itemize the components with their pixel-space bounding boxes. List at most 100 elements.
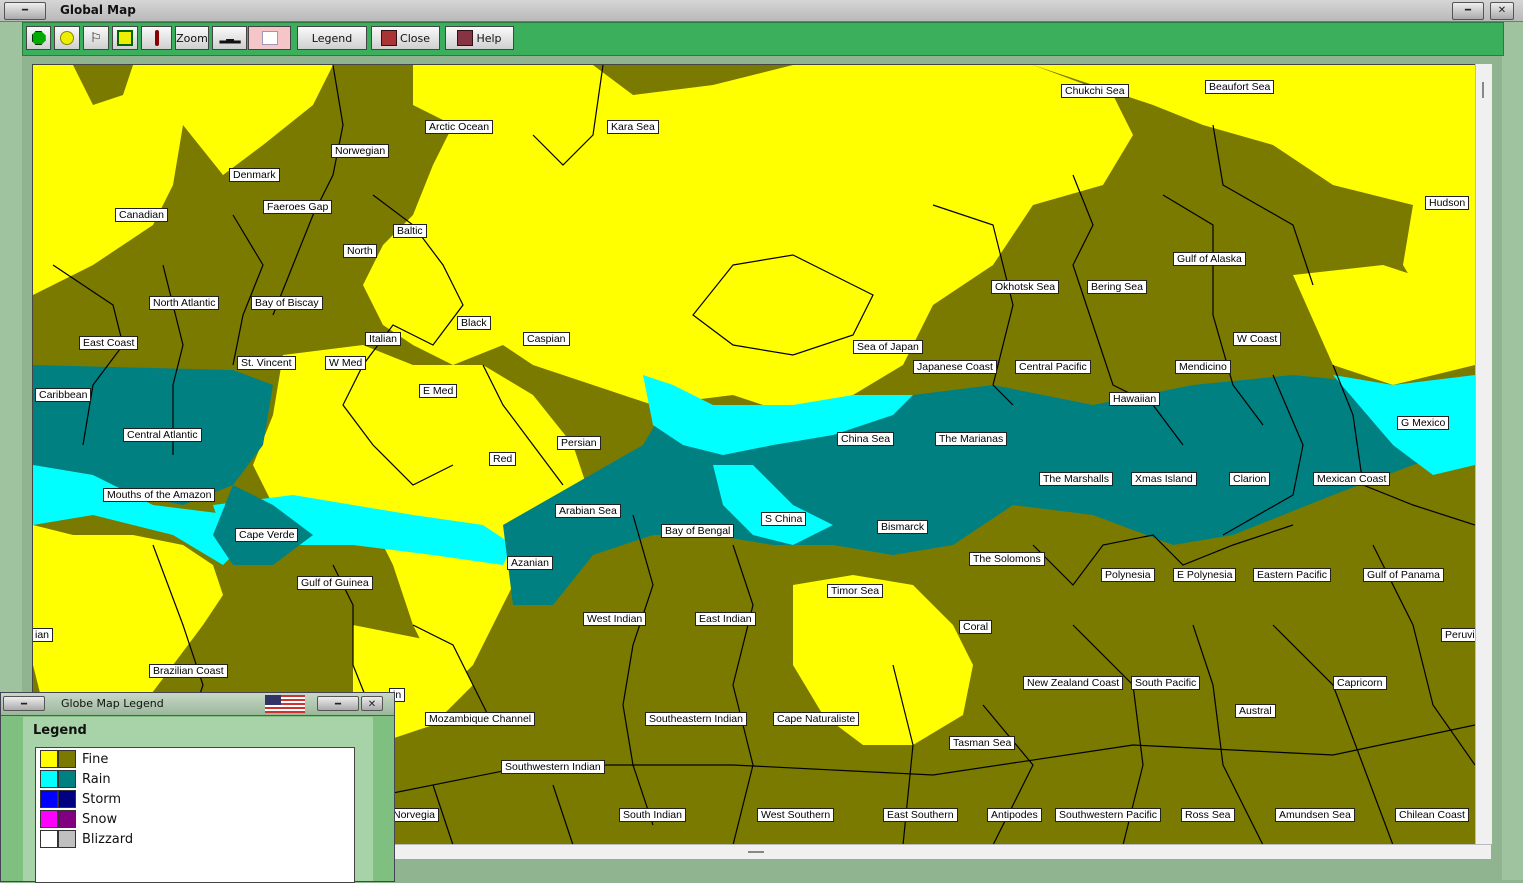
thermometer-icon[interactable] bbox=[141, 26, 172, 50]
scroll-thumb[interactable] bbox=[748, 851, 764, 853]
region-label[interactable]: Arabian Sea bbox=[555, 504, 621, 518]
region-label[interactable]: Southeastern Indian bbox=[645, 712, 747, 726]
globe-icon[interactable] bbox=[26, 26, 51, 50]
region-label[interactable]: Antipodes bbox=[987, 808, 1042, 822]
region-label[interactable]: Caspian bbox=[523, 332, 570, 346]
region-label[interactable]: North bbox=[343, 244, 377, 258]
region-label[interactable]: Norwegian bbox=[331, 144, 390, 158]
region-label[interactable]: Gulf of Alaska bbox=[1173, 252, 1246, 266]
region-label[interactable]: The Marshalls bbox=[1039, 472, 1113, 486]
nation-flag-icon[interactable] bbox=[248, 26, 291, 50]
region-label[interactable]: ian bbox=[33, 628, 54, 642]
close-icon[interactable]: ✕ bbox=[1490, 2, 1514, 20]
zoom-button[interactable]: Zoom bbox=[175, 26, 209, 50]
region-label[interactable]: S China bbox=[761, 512, 807, 526]
region-label[interactable]: The Solomons bbox=[969, 552, 1045, 566]
region-label[interactable]: Sea of Japan bbox=[853, 340, 923, 354]
region-label[interactable]: Brazilian Coast bbox=[149, 664, 228, 678]
region-label[interactable]: Hawaiian bbox=[1109, 392, 1161, 406]
flag-icon[interactable]: ⚐ bbox=[83, 26, 109, 50]
legend-button[interactable]: Legend bbox=[297, 26, 367, 50]
region-label[interactable]: Denmark bbox=[229, 168, 280, 182]
region-label[interactable]: Baltic bbox=[393, 224, 427, 238]
region-label[interactable]: East Indian bbox=[695, 612, 756, 626]
region-label[interactable]: Cape Naturaliste bbox=[773, 712, 860, 726]
region-label[interactable]: St. Vincent bbox=[237, 356, 296, 370]
legend-minimize-icon[interactable]: ━ bbox=[317, 696, 359, 711]
vertical-scrollbar[interactable] bbox=[1475, 64, 1492, 844]
region-label[interactable]: Chilean Coast bbox=[1395, 808, 1469, 822]
region-label[interactable]: Red bbox=[489, 452, 517, 466]
region-label[interactable]: Black bbox=[457, 316, 491, 330]
region-label[interactable]: South Indian bbox=[619, 808, 686, 822]
region-label[interactable]: Coral bbox=[959, 620, 993, 634]
legend-title-bar[interactable]: ━ Globe Map Legend ━ ✕ bbox=[1, 693, 394, 716]
close-button[interactable]: Close bbox=[371, 26, 440, 50]
region-label[interactable]: East Southern bbox=[883, 808, 958, 822]
region-label[interactable]: Hudson bbox=[1425, 196, 1470, 210]
region-label[interactable]: E Med bbox=[419, 384, 458, 398]
region-label[interactable]: Arctic Ocean bbox=[425, 120, 494, 134]
region-label[interactable]: New Zealand Coast bbox=[1023, 676, 1124, 690]
region-label[interactable]: Mendicino bbox=[1175, 360, 1231, 374]
region-label[interactable]: Capricorn bbox=[1333, 676, 1387, 690]
help-button[interactable]: Help bbox=[445, 26, 514, 50]
scroll-thumb[interactable] bbox=[1482, 82, 1484, 98]
legend-close-icon[interactable]: ✕ bbox=[361, 696, 383, 711]
region-label[interactable]: Tasman Sea bbox=[949, 736, 1016, 750]
region-label[interactable]: W Med bbox=[325, 356, 367, 370]
region-label[interactable]: E Polynesia bbox=[1173, 568, 1237, 582]
ship-list-icon[interactable] bbox=[112, 26, 138, 50]
region-label[interactable]: Italian bbox=[365, 332, 402, 346]
region-label[interactable]: Polynesia bbox=[1101, 568, 1155, 582]
region-label[interactable]: Japanese Coast bbox=[913, 360, 997, 374]
region-label[interactable]: Beaufort Sea bbox=[1205, 80, 1275, 94]
region-label[interactable]: Ross Sea bbox=[1181, 808, 1235, 822]
region-label[interactable]: Gulf of Guinea bbox=[297, 576, 373, 590]
region-label[interactable]: Timor Sea bbox=[827, 584, 884, 598]
region-label[interactable]: West Southern bbox=[757, 808, 835, 822]
region-label[interactable]: Gulf of Panama bbox=[1363, 568, 1444, 582]
region-label[interactable]: Central Pacific bbox=[1015, 360, 1091, 374]
region-label[interactable]: Canadian bbox=[115, 208, 168, 222]
legend-window-menu-icon[interactable]: ━ bbox=[3, 696, 45, 711]
region-label[interactable]: West Indian bbox=[583, 612, 647, 626]
region-label[interactable]: Bay of Bengal bbox=[661, 524, 735, 538]
region-label[interactable]: Mexican Coast bbox=[1313, 472, 1391, 486]
region-label[interactable]: China Sea bbox=[837, 432, 895, 446]
region-label[interactable]: South Pacific bbox=[1131, 676, 1201, 690]
minimize-icon[interactable]: ━ bbox=[1452, 2, 1484, 20]
region-label[interactable]: Faeroes Gap bbox=[263, 200, 333, 214]
region-label[interactable]: Eastern Pacific bbox=[1253, 568, 1332, 582]
region-label[interactable]: Bering Sea bbox=[1087, 280, 1147, 294]
region-label[interactable]: Peruvi bbox=[1441, 628, 1475, 642]
region-label[interactable]: Azanian bbox=[507, 556, 553, 570]
region-label[interactable]: Clarion bbox=[1229, 472, 1271, 486]
region-label[interactable]: Kara Sea bbox=[607, 120, 659, 134]
region-label[interactable]: Amundsen Sea bbox=[1275, 808, 1355, 822]
region-label[interactable]: Persian bbox=[557, 436, 601, 450]
region-label[interactable]: Mouths of the Amazon bbox=[103, 488, 216, 502]
region-label[interactable]: East Coast bbox=[79, 336, 139, 350]
region-label[interactable]: Okhotsk Sea bbox=[991, 280, 1060, 294]
region-label[interactable]: Southwestern Indian bbox=[501, 760, 605, 774]
region-label[interactable]: Southwestern Pacific bbox=[1055, 808, 1162, 822]
region-label[interactable]: Central Atlantic bbox=[123, 428, 202, 442]
horizontal-scrollbar[interactable] bbox=[392, 844, 1491, 859]
region-label[interactable]: Mozambique Channel bbox=[425, 712, 536, 726]
region-label[interactable]: Bay of Biscay bbox=[251, 296, 323, 310]
fleet-icon[interactable]: ▂▃▂ bbox=[212, 26, 247, 50]
weather-icon[interactable] bbox=[54, 26, 80, 50]
region-label[interactable]: The Marianas bbox=[935, 432, 1008, 446]
region-label[interactable]: Norvegia bbox=[389, 808, 440, 822]
region-label[interactable]: Austral bbox=[1235, 704, 1276, 718]
region-label[interactable]: Caribbean bbox=[35, 388, 92, 402]
region-label[interactable]: Chukchi Sea bbox=[1061, 84, 1129, 98]
region-label[interactable]: G Mexico bbox=[1397, 416, 1450, 430]
region-label[interactable]: Xmas Island bbox=[1131, 472, 1197, 486]
region-label[interactable]: Bismarck bbox=[877, 520, 929, 534]
region-label[interactable]: W Coast bbox=[1233, 332, 1282, 346]
region-label[interactable]: North Atlantic bbox=[149, 296, 220, 310]
region-label[interactable]: Cape Verde bbox=[235, 528, 299, 542]
window-menu-icon[interactable]: ━ bbox=[4, 2, 46, 20]
